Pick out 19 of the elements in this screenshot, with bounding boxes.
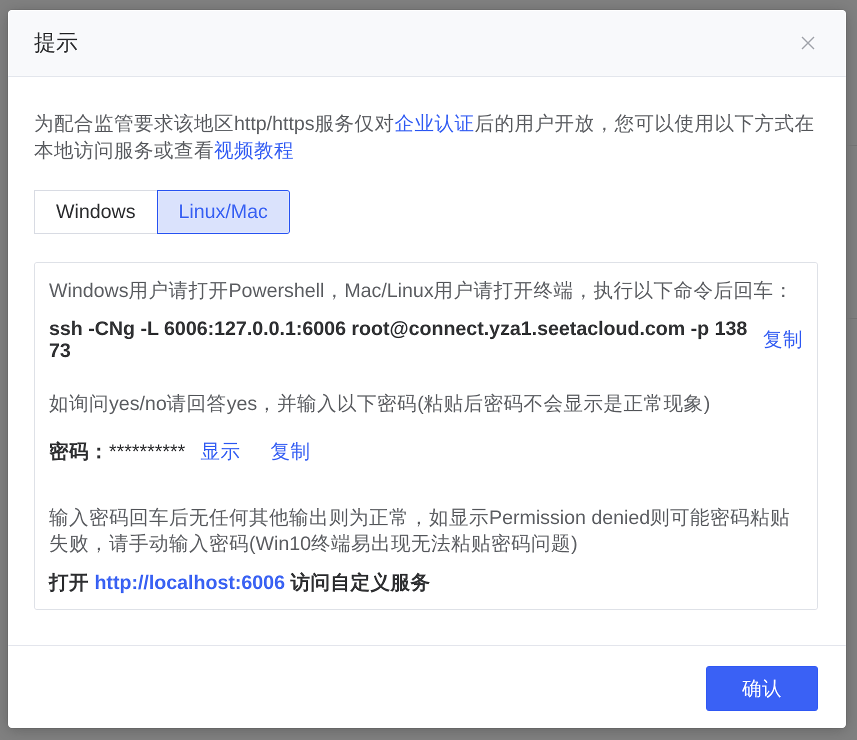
localhost-link[interactable]: http://localhost:6006 <box>94 572 285 594</box>
notice-text: 为配合监管要求该地区http/https服务仅对企业认证后的用户开放，您可以使用以下方式在本地访问服务或查看视频教程 <box>34 112 816 164</box>
os-tab[interactable]: Windows <box>34 190 158 234</box>
confirm-button[interactable]: 确认 <box>706 666 818 711</box>
command-text: ssh -CNg -L 6006:127.0.0.1:6006 root@connect.yza1.seetacloud.com -p 13873 <box>49 318 748 362</box>
instruction-text: Windows用户请打开Powershell，Mac/Linux用户请打开终端，执行以下命令后回车： <box>49 279 795 304</box>
password-hint-text: 如询问yes/no请回答yes，并输入以下密码(粘贴后密码不会显示是正常现象) <box>49 392 712 417</box>
notice-link[interactable]: 视频教程 <box>214 140 294 162</box>
open-service-text: 打开 http://localhost:6006 访问自定义服务 <box>49 571 432 596</box>
note-text: 输入密码回车后无任何其他输出则为正常，如显示Permission denied则可能密码粘贴失败，请手动输入密码(Win10终端易出现无法粘贴密码问题) <box>49 506 792 557</box>
notice-link[interactable]: 企业认证 <box>394 113 475 135</box>
show-password-link[interactable]: 显示 <box>200 439 240 465</box>
copy-link[interactable]: 复制 <box>270 439 310 465</box>
password-label: 密码： <box>49 440 109 465</box>
close-icon[interactable] <box>801 36 815 50</box>
password-value: ********** <box>109 440 186 465</box>
os-tab[interactable]: Linux/Mac <box>156 190 290 234</box>
copy-link[interactable]: 复制 <box>763 327 803 353</box>
dialog-title: 提示 <box>34 29 78 57</box>
